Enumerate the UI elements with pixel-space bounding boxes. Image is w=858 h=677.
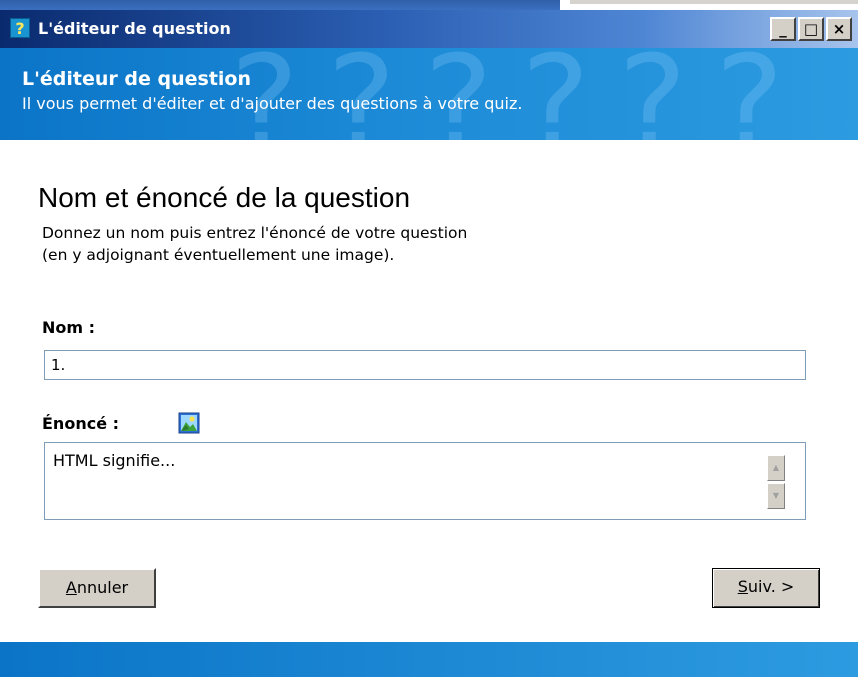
cancel-button[interactable]: Annuler [38,568,156,608]
background-panel [570,0,858,4]
cancel-label: nnuler [76,578,129,597]
footer-bar [0,642,858,677]
statement-textarea-box: HTML signifie... ▲ ▼ [44,442,806,520]
background-titlebar [0,0,560,10]
name-input[interactable] [44,350,806,380]
section-description: Donnez un nom puis entrez l'énoncé de vo… [42,222,467,266]
next-button[interactable]: Suiv. > [712,568,820,608]
description-line-1: Donnez un nom puis entrez l'énoncé de vo… [42,224,468,242]
section-title: Nom et énoncé de la question [38,182,411,213]
main-content: Nom et énoncé de la question Donnez un n… [0,140,858,640]
next-mnemonic: S [737,577,748,596]
question-mark-icon[interactable]: ? [10,18,30,38]
statement-textarea[interactable]: HTML signifie... [45,443,755,519]
insert-image-icon[interactable] [178,412,200,434]
background-window-edge [0,0,858,10]
window-controls: _ □ × [770,17,852,41]
maximize-button[interactable]: □ [798,17,824,41]
cancel-mnemonic: A [65,578,77,597]
minimize-button[interactable]: _ [770,17,796,41]
question-editor-window: ? L'éditeur de question _ □ × ?????? L'é… [0,10,858,677]
header-title: L'éditeur de question [22,68,252,90]
next-label: uiv. > [747,577,795,596]
header-subtitle: Il vous permet d'éditer et d'ajouter des… [22,94,523,113]
close-button[interactable]: × [826,17,852,41]
window-title: L'éditeur de question [38,19,231,38]
scroll-down-button[interactable]: ▼ [767,483,785,509]
statement-scrollbar[interactable]: ▲ ▼ [767,455,785,509]
header-banner: ?????? L'éditeur de question Il vous per… [0,48,858,140]
statement-label: Énoncé : [42,414,120,433]
name-label: Nom : [42,318,96,337]
description-line-2: (en y adjoignant éventuellement une imag… [42,246,395,264]
scroll-up-button[interactable]: ▲ [767,455,785,481]
title-bar[interactable]: ? L'éditeur de question _ □ × [0,10,858,48]
